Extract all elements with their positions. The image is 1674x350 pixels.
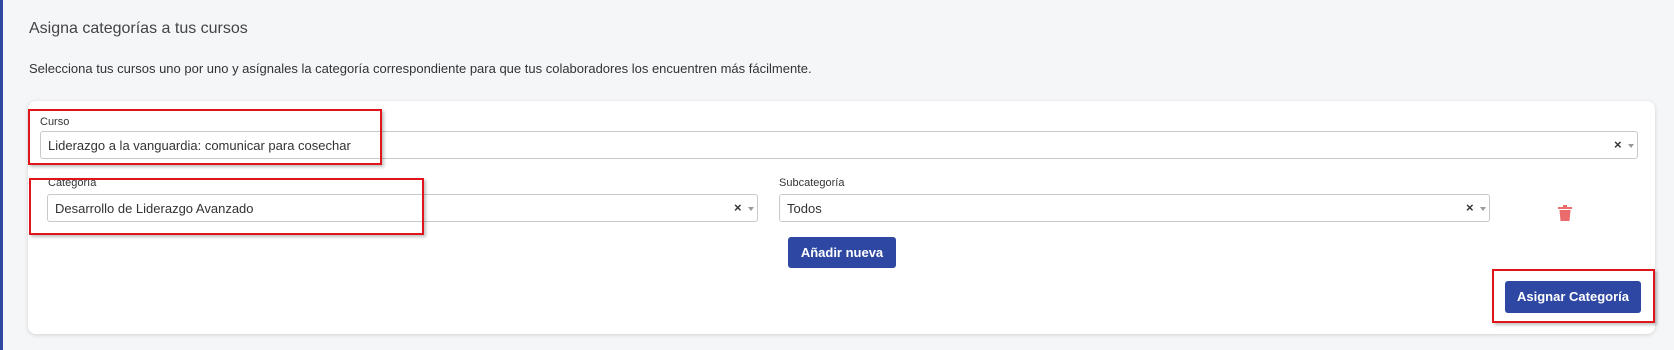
subcategoria-select[interactable]: Todos × — [779, 194, 1490, 222]
curso-selected-value: Liderazgo a la vanguardia: comunicar par… — [48, 138, 351, 153]
page-title: Asigna categorías a tus cursos — [29, 20, 248, 37]
assign-category-card: Curso Liderazgo a la vanguardia: comunic… — [28, 101, 1655, 334]
curso-dropdown-arrow-icon[interactable] — [1628, 144, 1634, 148]
subcategoria-dropdown-arrow-icon[interactable] — [1480, 207, 1486, 211]
trash-icon-graphic — [1558, 205, 1572, 221]
trash-icon[interactable] — [1558, 205, 1572, 226]
curso-clear-icon[interactable]: × — [1614, 137, 1622, 152]
subcategoria-selected-value: Todos — [787, 201, 822, 216]
left-accent-bar — [0, 0, 3, 350]
categoria-label: Categoría — [48, 177, 97, 189]
categoria-selected-value: Desarrollo de Liderazgo Avanzado — [55, 201, 254, 216]
curso-label: Curso — [40, 116, 70, 128]
curso-select[interactable]: Liderazgo a la vanguardia: comunicar par… — [40, 131, 1638, 159]
subcategoria-label: Subcategoría — [779, 177, 845, 189]
categoria-clear-icon[interactable]: × — [734, 200, 742, 215]
categoria-dropdown-arrow-icon[interactable] — [748, 207, 754, 211]
page-description: Selecciona tus cursos uno por uno y asíg… — [29, 61, 812, 76]
assign-category-button[interactable]: Asignar Categoría — [1505, 281, 1641, 313]
subcategoria-clear-icon[interactable]: × — [1466, 200, 1474, 215]
add-new-button[interactable]: Añadir nueva — [788, 237, 896, 268]
categoria-select[interactable]: Desarrollo de Liderazgo Avanzado × — [47, 194, 758, 222]
